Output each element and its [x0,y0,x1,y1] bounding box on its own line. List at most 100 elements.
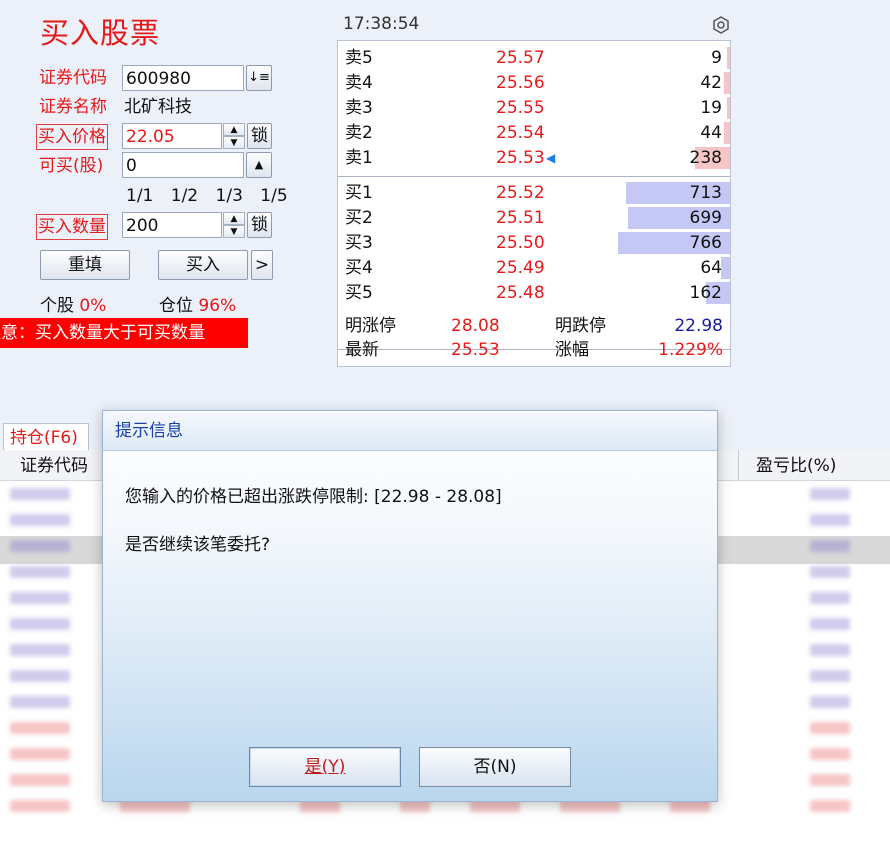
limit-up-value: 28.08 [451,316,500,336]
ask-level-row[interactable]: 卖3 25.55 19 [338,96,730,120]
total-position-label: 仓位 [159,296,193,316]
ask-level-name: 卖2 [345,123,373,143]
ask-level-row[interactable]: 卖5 25.57 9 [338,46,730,70]
name-label: 证券名称 [39,97,107,117]
maxbuy-label: 可买(股) [39,156,104,176]
ask-volume-bar [724,72,730,94]
blurred-cell [10,618,70,630]
holdings-tab[interactable]: 持仓(F6) [3,423,89,452]
blurred-cell [810,748,850,760]
fraction-1-2[interactable]: 1/2 [171,186,198,206]
warning-text: 注意：买入数量大于可买数量 [0,323,205,343]
yes-button[interactable]: 是(Y) [249,747,401,787]
maxbuy-field: 0 [122,152,244,178]
bid-level-volume: 713 [689,183,722,203]
bid-level-row[interactable]: 买2 25.51 699 [338,206,730,230]
bid-volume-bar [721,257,730,279]
no-button-label: 否(N) [473,757,517,777]
stock-position: 个股 0% [40,294,106,318]
col-pnl-header: 盈亏比(%) [756,456,837,476]
blurred-cell [810,670,850,682]
more-button[interactable]: > [251,250,273,280]
ask-level-row[interactable]: 卖4 25.56 42 [338,71,730,95]
bid-level-name: 买5 [345,283,373,303]
qty-lock-button[interactable]: 锁 [247,212,272,238]
qty-stepper[interactable]: ▲ ▼ [223,212,245,238]
bid-level-row[interactable]: 买3 25.50 766 [338,231,730,255]
maxbuy-up-button[interactable]: ▲ [246,152,272,178]
bid-level-volume: 766 [689,233,722,253]
book-divider [338,176,730,177]
ask-level-row[interactable]: 卖1 25.53 238 ◀ [338,146,730,170]
blurred-cell [810,514,850,526]
code-input[interactable]: 600980 [122,65,244,91]
price-down-icon[interactable]: ▼ [223,136,245,149]
blurred-cell [810,618,850,630]
blurred-cell [10,800,70,812]
bid-level-row[interactable]: 买5 25.48 162 [338,281,730,305]
blurred-cell [10,670,70,682]
limit-down-label: 明跌停 [555,316,606,336]
price-stepper[interactable]: ▲ ▼ [223,123,245,149]
ask-level-price: 25.53 [496,148,545,168]
blurred-cell [10,722,70,734]
ask-level-volume: 42 [700,73,722,93]
ask-volume-bar [727,97,730,119]
blurred-cell [10,774,70,786]
qty-down-icon[interactable]: ▼ [223,225,245,238]
page-title: 买入股票 [40,16,161,50]
bid-level-name: 买1 [345,183,373,203]
ask-level-price: 25.55 [496,98,545,118]
blurred-cell [810,800,850,812]
bid-level-volume: 162 [689,283,722,303]
fraction-1-5[interactable]: 1/5 [260,186,287,206]
blurred-cell [810,722,850,734]
blurred-cell [810,774,850,786]
dialog-message: 您输入的价格已超出涨跌停限制: [22.98 - 28.08] [125,487,502,507]
quote-time: 17:38:54 [343,14,420,34]
price-input[interactable]: 22.05 [122,123,222,149]
holdings-tab-label: 持仓(F6) [10,428,78,448]
blurred-cell [10,566,70,578]
bid-level-price: 25.51 [496,208,545,228]
bid-level-row[interactable]: 买1 25.52 713 [338,181,730,205]
qty-input[interactable]: 200 [122,212,222,238]
fraction-1-1[interactable]: 1/1 [126,186,153,206]
ask-level-name: 卖5 [345,48,373,68]
bid-level-row[interactable]: 买4 25.49 64 [338,256,730,280]
reset-button[interactable]: 重填 [40,250,130,280]
code-sort-button[interactable]: ↓≡ [246,65,272,91]
ask-level-row[interactable]: 卖2 25.54 44 [338,121,730,145]
bid-level-price: 25.48 [496,283,545,303]
col-code-header: 证券代码 [20,456,88,476]
sort-icon: ↓≡ [248,70,270,85]
fraction-1-3[interactable]: 1/3 [216,186,243,206]
price-up-icon[interactable]: ▲ [223,123,245,136]
bid-level-price: 25.49 [496,258,545,278]
blurred-cell [10,488,70,500]
qty-up-icon[interactable]: ▲ [223,212,245,225]
blurred-cell [810,488,850,500]
ask-level-volume: 238 [689,148,722,168]
blurred-cell [810,566,850,578]
bid-level-name: 买3 [345,233,373,253]
ask-volume-bar [724,122,730,144]
ask-level-volume: 19 [700,98,722,118]
gear-icon[interactable] [712,16,730,34]
ask-volume-bar [727,47,730,69]
stock-position-label: 个股 [40,296,74,316]
ask-level-volume: 9 [711,48,722,68]
warning-banner: 注意：买入数量大于可买数量 [0,318,248,348]
limit-down-value: 22.98 [674,316,723,336]
yes-button-label: 是(Y) [304,757,346,777]
name-value: 北矿科技 [124,97,192,117]
order-book-panel: 卖5 25.57 9 卖4 25.56 42 卖3 25.55 19 卖2 25.54 44 卖1 25.… [337,40,731,367]
no-button[interactable]: 否(N) [419,747,571,787]
ask-level-name: 卖3 [345,98,373,118]
buy-button[interactable]: 买入 [158,250,248,280]
dialog-question: 是否继续该笔委托? [125,535,271,555]
blurred-cell [810,540,850,552]
blurred-cell [10,748,70,760]
fraction-buttons: 1/1 1/2 1/3 1/5 [126,184,288,208]
price-lock-button[interactable]: 锁 [247,123,272,149]
